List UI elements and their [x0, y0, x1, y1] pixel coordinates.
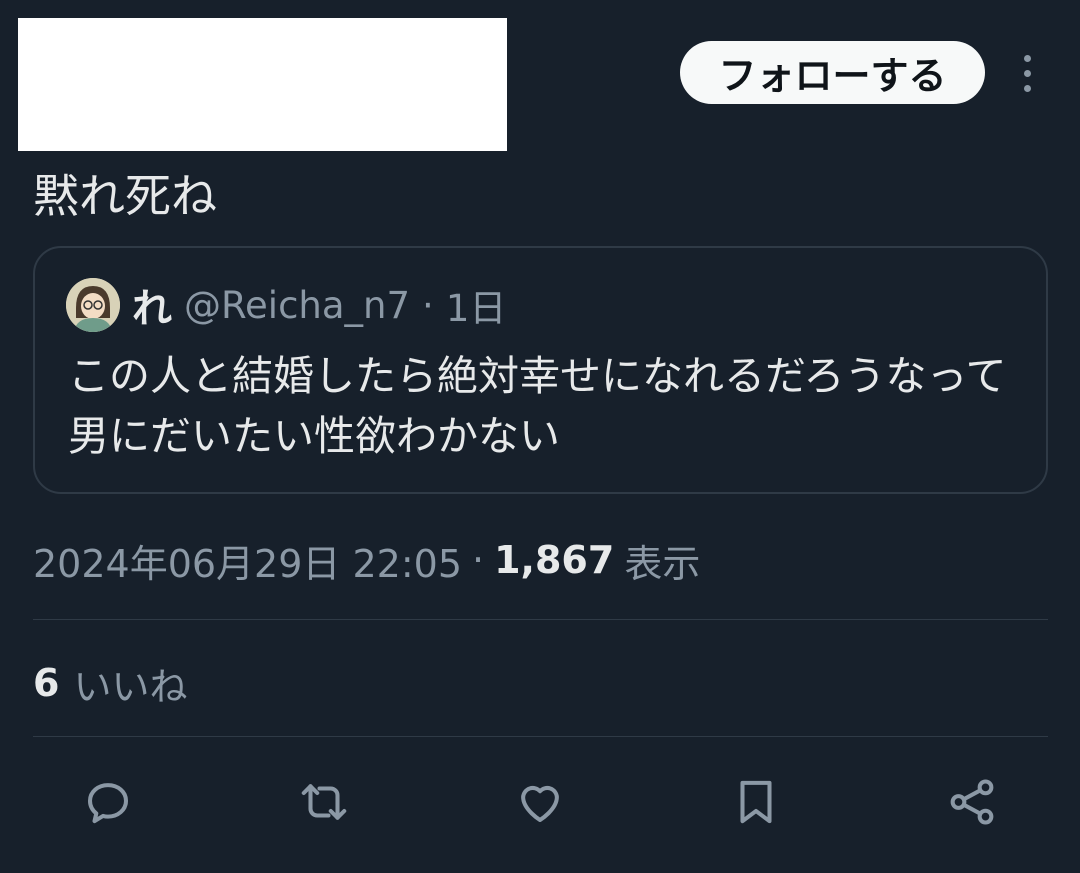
- views-label: 表示: [624, 541, 701, 586]
- quote-author-name[interactable]: れ: [132, 276, 172, 334]
- quote-author-handle[interactable]: @Reicha_n7: [184, 284, 410, 327]
- divider: [33, 736, 1048, 737]
- tweet-text: 黙れ死ね: [33, 169, 217, 223]
- separator-dot: ·: [422, 283, 434, 327]
- likes-label: いいね: [73, 664, 188, 709]
- like-heart-icon[interactable]: [510, 772, 570, 832]
- tweet-detail: フォローする 黙れ死ね れ @Reicha_n7 · 1日 この人と結婚したら絶…: [0, 0, 1080, 873]
- user-avatar[interactable]: [66, 278, 120, 332]
- retweet-icon[interactable]: [294, 772, 354, 832]
- tweet-datetime[interactable]: 2024年06月29日 22:05: [33, 533, 462, 588]
- quoted-tweet-card[interactable]: れ @Reicha_n7 · 1日 この人と結婚したら絶対幸せになれるだろうなっ…: [33, 246, 1048, 494]
- likes-stat[interactable]: 6 いいね: [33, 655, 187, 711]
- quote-header: れ @Reicha_n7 · 1日: [132, 276, 507, 334]
- views-count: 1,867: [494, 538, 615, 582]
- likes-count: 6: [33, 661, 60, 705]
- share-icon[interactable]: [942, 772, 1002, 832]
- bookmark-icon[interactable]: [726, 772, 786, 832]
- divider: [33, 619, 1048, 620]
- redacted-author-block: [18, 18, 507, 151]
- tweet-meta: 2024年06月29日 22:05 · 1,867 表示: [33, 530, 700, 590]
- follow-button[interactable]: フォローする: [680, 41, 985, 104]
- quote-text: この人と結婚したら絶対幸せになれるだろうなって男にだいたい性欲わかない: [68, 352, 1007, 460]
- reply-icon[interactable]: [78, 772, 138, 832]
- separator-dot: ·: [472, 538, 485, 582]
- quote-timestamp[interactable]: 1日: [446, 278, 507, 332]
- more-vertical-icon[interactable]: [1008, 52, 1046, 94]
